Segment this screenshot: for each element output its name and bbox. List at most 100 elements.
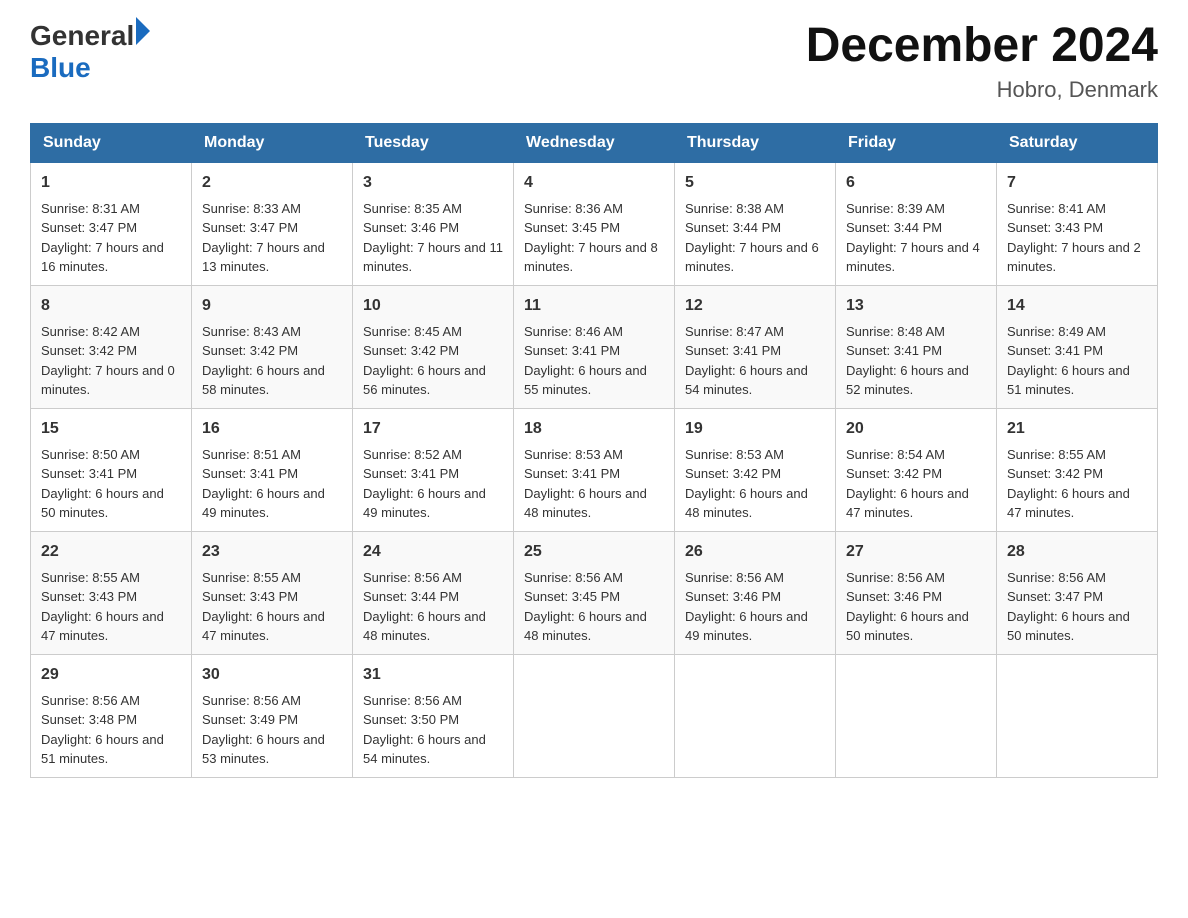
sunrise-info: Sunrise: 8:54 AM (846, 445, 986, 465)
sunrise-info: Sunrise: 8:49 AM (1007, 322, 1147, 342)
sunset-info: Sunset: 3:47 PM (41, 218, 181, 238)
daylight-info: Daylight: 6 hours and 51 minutes. (41, 730, 181, 769)
calendar-header-row: Sunday Monday Tuesday Wednesday Thursday… (31, 123, 1158, 162)
table-row: 21Sunrise: 8:55 AMSunset: 3:42 PMDayligh… (997, 408, 1158, 531)
daylight-info: Daylight: 6 hours and 50 minutes. (41, 484, 181, 523)
day-number: 30 (202, 663, 342, 687)
table-row: 28Sunrise: 8:56 AMSunset: 3:47 PMDayligh… (997, 531, 1158, 654)
sunrise-info: Sunrise: 8:46 AM (524, 322, 664, 342)
table-row: 8Sunrise: 8:42 AMSunset: 3:42 PMDaylight… (31, 285, 192, 408)
table-row (675, 654, 836, 777)
daylight-info: Daylight: 6 hours and 47 minutes. (846, 484, 986, 523)
day-number: 15 (41, 417, 181, 441)
table-row: 6Sunrise: 8:39 AMSunset: 3:44 PMDaylight… (836, 162, 997, 285)
day-number: 21 (1007, 417, 1147, 441)
daylight-info: Daylight: 6 hours and 58 minutes. (202, 361, 342, 400)
calendar-table: Sunday Monday Tuesday Wednesday Thursday… (30, 123, 1158, 778)
table-row: 23Sunrise: 8:55 AMSunset: 3:43 PMDayligh… (192, 531, 353, 654)
day-number: 10 (363, 294, 503, 318)
day-number: 23 (202, 540, 342, 564)
sunset-info: Sunset: 3:42 PM (1007, 464, 1147, 484)
daylight-info: Daylight: 6 hours and 48 minutes. (524, 607, 664, 646)
table-row: 16 Sunrise: 8:51 AMSunset: 3:41 PMDayligh… (192, 408, 353, 531)
sunset-info: Sunset: 3:42 PM (202, 341, 342, 361)
sunrise-info: Sunrise: 8:55 AM (41, 568, 181, 588)
sunrise-info: Sunrise: 8:36 AM (524, 199, 664, 219)
sunset-info: Sunset: 3:41 PM (1007, 341, 1147, 361)
sunrise-info: Sunrise: 8:51 AM (202, 445, 342, 465)
table-row: 19Sunrise: 8:53 AMSunset: 3:42 PMDayligh… (675, 408, 836, 531)
sunset-info: Sunset: 3:44 PM (846, 218, 986, 238)
daylight-info: Daylight: 6 hours and 54 minutes. (363, 730, 503, 769)
daylight-info: Daylight: 7 hours and 4 minutes. (846, 238, 986, 277)
day-number: 31 (363, 663, 503, 687)
sunset-info: Sunset: 3:48 PM (41, 710, 181, 730)
table-row: 11Sunrise: 8:46 AMSunset: 3:41 PMDayligh… (514, 285, 675, 408)
sunset-info: Sunset: 3:45 PM (524, 218, 664, 238)
table-row: 10Sunrise: 8:45 AMSunset: 3:42 PMDayligh… (353, 285, 514, 408)
sunrise-info: Sunrise: 8:48 AM (846, 322, 986, 342)
day-number: 29 (41, 663, 181, 687)
sunrise-info: Sunrise: 8:56 AM (524, 568, 664, 588)
daylight-info: Daylight: 6 hours and 47 minutes. (41, 607, 181, 646)
table-row: 3 Sunrise: 8:35 AMSunset: 3:46 PMDaylight… (353, 162, 514, 285)
sunset-info: Sunset: 3:47 PM (202, 218, 342, 238)
day-number: 7 (1007, 171, 1147, 195)
daylight-info: Daylight: 7 hours and 6 minutes. (685, 238, 825, 277)
sunset-info: Sunset: 3:41 PM (363, 464, 503, 484)
sunrise-info: Sunrise: 8:56 AM (685, 568, 825, 588)
table-row: 14Sunrise: 8:49 AMSunset: 3:41 PMDayligh… (997, 285, 1158, 408)
sunrise-info: Sunrise: 8:53 AM (685, 445, 825, 465)
table-row: 22Sunrise: 8:55 AMSunset: 3:43 PMDayligh… (31, 531, 192, 654)
day-number: 19 (685, 417, 825, 441)
logo-triangle-icon (136, 17, 150, 45)
day-number: 4 (524, 171, 664, 195)
sunset-info: Sunset: 3:41 PM (41, 464, 181, 484)
sunset-info: Sunset: 3:46 PM (363, 218, 503, 238)
month-title: December 2024 (806, 20, 1158, 73)
calendar-week-row: 22Sunrise: 8:55 AMSunset: 3:43 PMDayligh… (31, 531, 1158, 654)
sunrise-info: Sunrise: 8:35 AM (363, 199, 503, 219)
sunset-info: Sunset: 3:45 PM (524, 587, 664, 607)
sunset-info: Sunset: 3:41 PM (846, 341, 986, 361)
table-row: 27Sunrise: 8:56 AMSunset: 3:46 PMDayligh… (836, 531, 997, 654)
day-number: 5 (685, 171, 825, 195)
sunset-info: Sunset: 3:41 PM (524, 341, 664, 361)
day-number: 2 (202, 171, 342, 195)
sunrise-info: Sunrise: 8:53 AM (524, 445, 664, 465)
table-row: 24Sunrise: 8:56 AMSunset: 3:44 PMDayligh… (353, 531, 514, 654)
sunrise-info: Sunrise: 8:42 AM (41, 322, 181, 342)
day-number: 8 (41, 294, 181, 318)
daylight-info: Daylight: 6 hours and 47 minutes. (1007, 484, 1147, 523)
sunset-info: Sunset: 3:43 PM (1007, 218, 1147, 238)
table-row: 17Sunrise: 8:52 AMSunset: 3:41 PMDayligh… (353, 408, 514, 531)
day-number: 24 (363, 540, 503, 564)
daylight-info: Daylight: 6 hours and 51 minutes. (1007, 361, 1147, 400)
sunset-info: Sunset: 3:50 PM (363, 710, 503, 730)
sunset-info: Sunset: 3:44 PM (685, 218, 825, 238)
sunrise-info: Sunrise: 8:55 AM (202, 568, 342, 588)
day-number: 16 (202, 417, 342, 441)
day-number: 18 (524, 417, 664, 441)
table-row: 9Sunrise: 8:43 AMSunset: 3:42 PMDaylight… (192, 285, 353, 408)
table-row (836, 654, 997, 777)
logo: General Blue (30, 20, 150, 84)
daylight-info: Daylight: 6 hours and 54 minutes. (685, 361, 825, 400)
calendar-week-row: 1Sunrise: 8:31 AMSunset: 3:47 PMDaylight… (31, 162, 1158, 285)
table-row: 12Sunrise: 8:47 AMSunset: 3:41 PMDayligh… (675, 285, 836, 408)
sunrise-info: Sunrise: 8:56 AM (363, 691, 503, 711)
page-header: General Blue December 2024 Hobro, Denmar… (30, 20, 1158, 103)
day-number: 3 (363, 171, 503, 195)
daylight-info: Daylight: 6 hours and 49 minutes. (202, 484, 342, 523)
col-friday: Friday (836, 123, 997, 162)
sunset-info: Sunset: 3:43 PM (202, 587, 342, 607)
daylight-info: Daylight: 7 hours and 2 minutes. (1007, 238, 1147, 277)
table-row: 26Sunrise: 8:56 AMSunset: 3:46 PMDayligh… (675, 531, 836, 654)
daylight-info: Daylight: 6 hours and 50 minutes. (1007, 607, 1147, 646)
sunset-info: Sunset: 3:41 PM (202, 464, 342, 484)
daylight-info: Daylight: 7 hours and 8 minutes. (524, 238, 664, 277)
daylight-info: Daylight: 7 hours and 11 minutes. (363, 238, 503, 277)
sunrise-info: Sunrise: 8:56 AM (1007, 568, 1147, 588)
daylight-info: Daylight: 6 hours and 56 minutes. (363, 361, 503, 400)
daylight-info: Daylight: 7 hours and 16 minutes. (41, 238, 181, 277)
